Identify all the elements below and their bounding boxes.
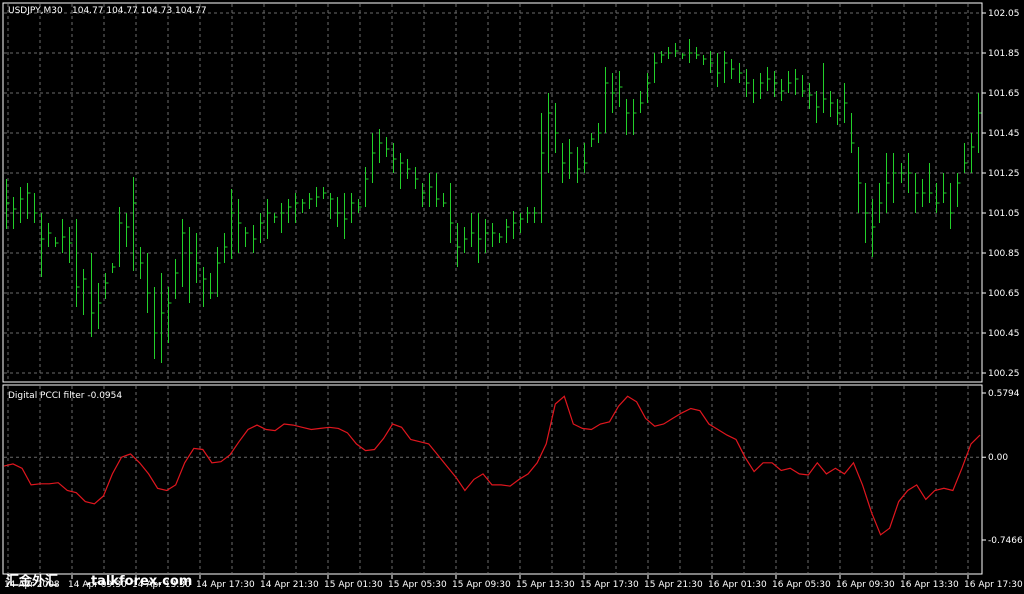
price-tick-label: 101.85 bbox=[988, 49, 1020, 59]
time-tick-label: 16 Apr 17:30 bbox=[964, 580, 1023, 590]
chart-window[interactable]: 102.05 101.85 101.65 101.45 101.25 101.05 100.… bbox=[0, 0, 1024, 594]
quote-values: 104.77 104.77 104.73 104.77 bbox=[72, 6, 207, 16]
time-tick-label: 16 Apr 01:30 bbox=[708, 580, 767, 590]
price-tick-label: 101.25 bbox=[988, 169, 1020, 179]
indicator-tick-label: -0.7466 bbox=[988, 536, 1023, 546]
indicator-tick-label: 0.5794 bbox=[988, 389, 1020, 399]
indicator-title: Digital PCCI filter -0.0954 bbox=[8, 391, 122, 401]
price-tick-label: 101.05 bbox=[988, 209, 1020, 219]
time-tick-label: 16 Apr 13:30 bbox=[900, 580, 959, 590]
indicator-tick-label: 0.00 bbox=[988, 453, 1008, 463]
price-tick-label: 100.45 bbox=[988, 329, 1020, 339]
price-tick-label: 101.45 bbox=[988, 129, 1020, 139]
price-tick-label: 100.85 bbox=[988, 249, 1020, 259]
time-tick-label: 15 Apr 05:30 bbox=[388, 580, 447, 590]
chart-background bbox=[0, 0, 1024, 594]
time-tick-label: 16 Apr 05:30 bbox=[772, 580, 831, 590]
time-tick-label: 15 Apr 21:30 bbox=[644, 580, 703, 590]
watermark-site: .talkforex.com bbox=[86, 574, 192, 589]
price-tick-label: 102.05 bbox=[988, 9, 1020, 19]
time-tick-label: 15 Apr 09:30 bbox=[452, 580, 511, 590]
time-tick-label: 15 Apr 17:30 bbox=[580, 580, 639, 590]
watermark-cjk: 汇金外汇 bbox=[6, 573, 58, 589]
time-tick-label: 14 Apr 21:30 bbox=[260, 580, 319, 590]
symbol-title: USDJPY,M30 bbox=[8, 6, 63, 16]
time-tick-label: 14 Apr 17:30 bbox=[196, 580, 255, 590]
price-tick-label: 100.65 bbox=[988, 289, 1020, 299]
watermark: 汇金外汇 .talkforex.com bbox=[6, 573, 192, 589]
price-tick-label: 100.25 bbox=[988, 369, 1020, 379]
time-tick-label: 16 Apr 09:30 bbox=[836, 580, 895, 590]
time-tick-label: 15 Apr 01:30 bbox=[324, 580, 383, 590]
price-tick-label: 101.65 bbox=[988, 89, 1020, 99]
time-tick-label: 15 Apr 13:30 bbox=[516, 580, 575, 590]
